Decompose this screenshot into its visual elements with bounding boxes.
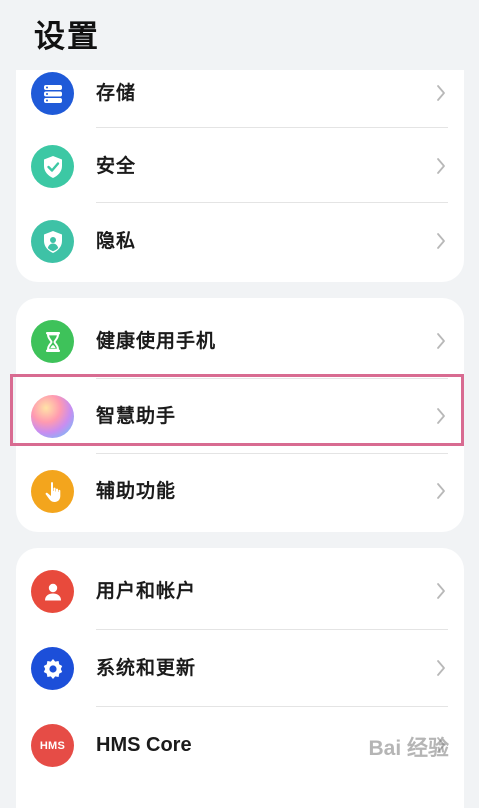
- chevron-right-icon: [437, 660, 445, 676]
- privacy-shield-icon: [31, 220, 74, 263]
- hand-pointer-icon: [31, 470, 74, 513]
- chevron-right-icon: [437, 333, 445, 349]
- chevron-right-icon: [437, 233, 445, 249]
- chevron-right-icon: [437, 408, 445, 424]
- gear-icon: [31, 647, 74, 690]
- settings-item-system-update[interactable]: 系统和更新: [16, 630, 464, 706]
- settings-item-users-accounts[interactable]: 用户和帐户: [16, 553, 464, 629]
- assistant-orb-icon: [31, 395, 74, 438]
- user-icon: [31, 570, 74, 613]
- settings-item-label: 隐私: [96, 230, 137, 252]
- chevron-right-icon: [437, 483, 445, 499]
- hms-icon: HMS: [31, 724, 74, 767]
- settings-item-security[interactable]: 安全: [16, 128, 464, 204]
- settings-item-accessibility[interactable]: 辅助功能: [16, 453, 464, 529]
- page-title: 设置: [34, 19, 100, 55]
- settings-item-smart-assistant[interactable]: 智慧助手: [16, 378, 464, 454]
- settings-group-3: 用户和帐户 系统和更新 HMS HMS Core: [16, 548, 464, 808]
- chevron-right-icon: [437, 158, 445, 174]
- settings-item-label: 安全: [96, 155, 137, 177]
- settings-item-label: 健康使用手机: [96, 330, 217, 352]
- settings-item-storage[interactable]: 存储: [16, 70, 464, 131]
- shield-check-icon: [31, 145, 74, 188]
- settings-item-label: 存储: [96, 82, 137, 104]
- chevron-right-icon: [437, 583, 445, 599]
- settings-item-label: HMS Core: [96, 734, 192, 756]
- chevron-right-icon: [437, 85, 445, 101]
- settings-group-2: 健康使用手机 智慧助手 辅助功能: [16, 298, 464, 532]
- settings-group-1: 存储 安全 隐私: [16, 70, 464, 282]
- hourglass-icon: [31, 320, 74, 363]
- storage-icon: [31, 72, 74, 115]
- settings-item-digital-balance[interactable]: 健康使用手机: [16, 303, 464, 379]
- watermark: Bai 经验: [368, 737, 449, 760]
- hms-icon-text: HMS: [39, 739, 66, 752]
- settings-item-label: 智慧助手: [96, 405, 177, 427]
- settings-item-label: 系统和更新: [96, 657, 197, 679]
- settings-item-privacy[interactable]: 隐私: [16, 203, 464, 279]
- settings-item-label: 用户和帐户: [96, 580, 197, 602]
- settings-item-label: 辅助功能: [96, 480, 177, 502]
